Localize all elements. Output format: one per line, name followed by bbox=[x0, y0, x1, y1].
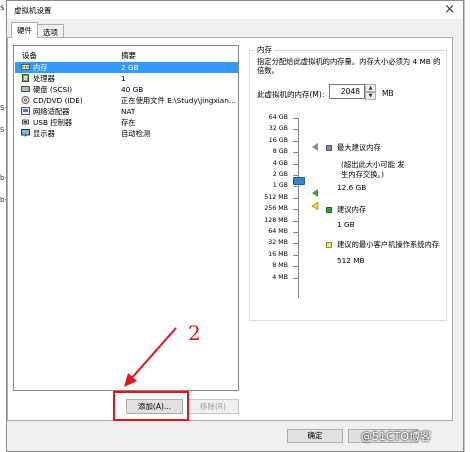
tab-hardware[interactable]: 硬件 bbox=[11, 22, 38, 38]
scale-label: 4 GB bbox=[272, 159, 288, 167]
device-summary: 正在使用文件 E:\Study\jingxian... bbox=[121, 96, 236, 105]
max-recommended-value: 12.6 GB bbox=[337, 183, 367, 192]
device-row-memory[interactable]: 内存 2 GB bbox=[15, 62, 238, 73]
max-recommended-note: (超出此大小可能 发生内存交换。) bbox=[341, 160, 405, 179]
device-row-hard-disk[interactable]: 硬盘 (SCSI) 40 GB bbox=[15, 84, 238, 95]
watermark: @51CTO博客 bbox=[361, 430, 432, 443]
spin-down-button[interactable]: ▼ bbox=[365, 92, 376, 100]
device-name: 显示器 bbox=[33, 129, 55, 138]
scale-label: 1 GB bbox=[272, 182, 288, 190]
memory-field-label: 此虚拟机的内存(M): bbox=[257, 90, 325, 99]
background-fragment: $ bbox=[0, 4, 5, 12]
recommended-label: 建议内存 bbox=[337, 205, 367, 214]
scale-label: 8 GB bbox=[272, 148, 288, 156]
scale-label: 2 GB bbox=[272, 171, 288, 178]
device-summary: 自动检测 bbox=[121, 129, 151, 138]
memory-slider-track[interactable] bbox=[298, 118, 299, 298]
scale-label: 256 MB bbox=[264, 205, 288, 213]
memory-input[interactable]: 2048 bbox=[329, 84, 365, 99]
guest-min-label: 建议的最小客户机操作系统内存 bbox=[337, 240, 440, 249]
memory-unit: MB bbox=[382, 89, 394, 98]
annotation-number: 2 bbox=[188, 321, 201, 345]
remove-button[interactable]: 移除(R) bbox=[187, 399, 239, 414]
scale-label: 128 MB bbox=[264, 216, 288, 224]
close-icon[interactable]: × bbox=[444, 2, 455, 17]
cd-dvd-icon bbox=[21, 96, 30, 104]
display-icon bbox=[21, 129, 30, 137]
guest-min-marker-icon bbox=[311, 202, 319, 210]
scale-label: 4 MB bbox=[272, 273, 288, 281]
recommended-marker-icon bbox=[312, 189, 318, 197]
network-adapter-icon bbox=[21, 107, 30, 115]
ok-button[interactable]: 确定 bbox=[287, 429, 343, 443]
scale-label: 512 MB bbox=[264, 193, 288, 201]
scale-label: 64 GB bbox=[268, 114, 288, 121]
title-bar: 虚拟机设置 × bbox=[7, 1, 463, 19]
device-summary: 2 GB bbox=[121, 63, 139, 72]
annotation-highlight-box bbox=[113, 391, 189, 421]
device-name: CD/DVD (IDE) bbox=[33, 96, 83, 105]
annotation-arrow-icon bbox=[124, 327, 177, 387]
scale-label: 32 MB bbox=[268, 239, 288, 247]
tab-options[interactable]: 选项 bbox=[37, 24, 64, 38]
hard-disk-icon bbox=[21, 86, 30, 92]
guest-min-value: 512 MB bbox=[337, 256, 365, 265]
usb-controller-icon bbox=[22, 119, 29, 125]
max-recommended-label: 最大建议内存 bbox=[337, 143, 381, 152]
device-summary: 1 bbox=[121, 74, 126, 83]
background-window-right bbox=[464, 0, 470, 452]
memory-slider-thumb[interactable] bbox=[293, 177, 305, 185]
memory-description: 指定分配给此虚拟机的内存量。内存大小必须为 4 MB 的倍数。 bbox=[257, 57, 441, 75]
device-summary: 40 GB bbox=[121, 85, 144, 94]
scale-label: 64 MB bbox=[268, 228, 288, 235]
memory-icon bbox=[21, 64, 30, 70]
column-header-summary[interactable]: 摘要 bbox=[121, 50, 136, 61]
device-row-cd-dvd[interactable]: CD/DVD (IDE) 正在使用文件 E:\Study\jingxian... bbox=[15, 95, 238, 106]
device-name: USB 控制器 bbox=[33, 118, 73, 127]
max-recommended-marker-icon bbox=[312, 143, 318, 151]
scale-label: 16 MB bbox=[268, 250, 288, 258]
device-row-usb-controller[interactable]: USB 控制器 存在 bbox=[15, 117, 238, 128]
device-name: 硬盘 (SCSI) bbox=[33, 85, 73, 94]
column-header-device[interactable]: 设备 bbox=[22, 50, 37, 61]
window-title: 虚拟机设置 bbox=[14, 6, 52, 15]
device-name: 处理器 bbox=[33, 74, 55, 83]
device-row-processor[interactable]: 处理器 1 bbox=[15, 73, 238, 84]
memory-group-title: 内存 bbox=[255, 44, 274, 55]
memory-input-value: 2048 bbox=[340, 87, 360, 96]
device-summary: NAT bbox=[121, 107, 136, 116]
recommended-legend-icon bbox=[326, 207, 332, 213]
scale-label: 8 MB bbox=[272, 262, 288, 270]
scale-label: 32 GB bbox=[268, 125, 288, 133]
device-name: 内存 bbox=[33, 63, 48, 72]
guest-min-legend-icon bbox=[326, 242, 332, 248]
scale-label: 16 GB bbox=[268, 136, 288, 144]
max-recommended-legend-icon bbox=[326, 145, 332, 151]
spin-up-button[interactable]: ▲ bbox=[365, 84, 376, 92]
processor-icon bbox=[22, 74, 29, 82]
device-row-display[interactable]: 显示器 自动检测 bbox=[15, 128, 238, 139]
device-row-network-adapter[interactable]: 网络适配器 NAT bbox=[15, 106, 238, 117]
device-name: 网络适配器 bbox=[33, 107, 70, 116]
recommended-value: 1 GB bbox=[337, 220, 355, 229]
device-summary: 存在 bbox=[121, 118, 136, 127]
